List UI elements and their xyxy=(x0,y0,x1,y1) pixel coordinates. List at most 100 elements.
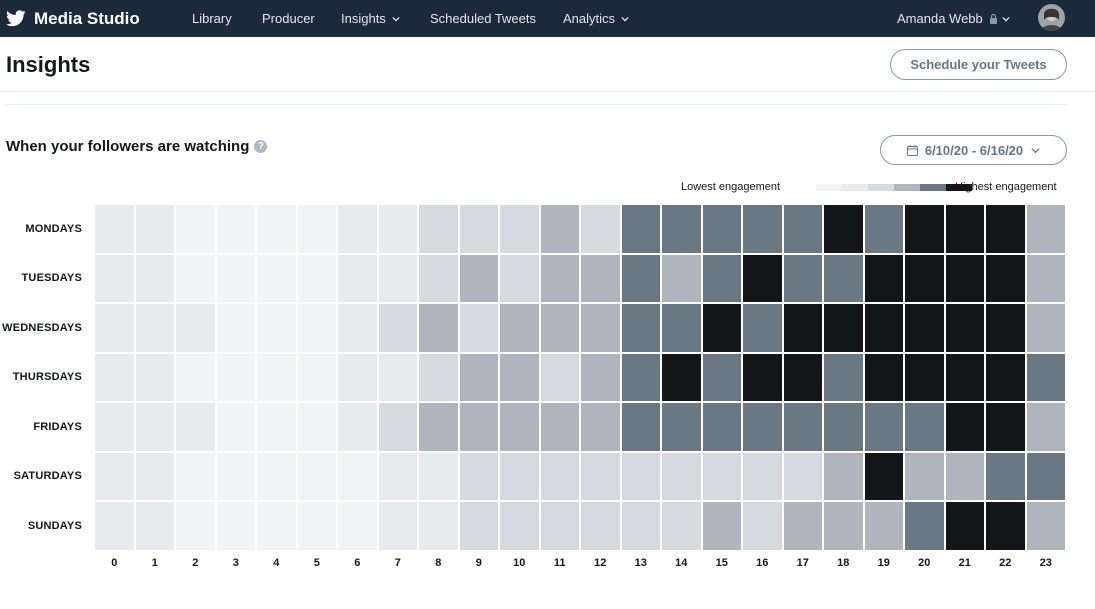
heatmap-cell[interactable] xyxy=(135,205,174,253)
heatmap-cell[interactable] xyxy=(297,353,336,401)
heatmap-cell[interactable] xyxy=(378,403,417,451)
heatmap-cell[interactable] xyxy=(1026,452,1065,500)
heatmap-cell[interactable] xyxy=(95,205,134,253)
heatmap-cell[interactable] xyxy=(95,452,134,500)
heatmap-cell[interactable] xyxy=(905,353,944,401)
heatmap-cell[interactable] xyxy=(581,502,620,550)
heatmap-cell[interactable] xyxy=(500,452,539,500)
heatmap-cell[interactable] xyxy=(986,403,1025,451)
heatmap-cell[interactable] xyxy=(176,353,215,401)
heatmap-cell[interactable] xyxy=(135,254,174,302)
heatmap-cell[interactable] xyxy=(297,254,336,302)
heatmap-cell[interactable] xyxy=(824,254,863,302)
heatmap-cell[interactable] xyxy=(1026,502,1065,550)
heatmap-cell[interactable] xyxy=(216,502,255,550)
heatmap-cell[interactable] xyxy=(905,304,944,352)
heatmap-cell[interactable] xyxy=(540,502,579,550)
heatmap-cell[interactable] xyxy=(702,254,741,302)
heatmap-cell[interactable] xyxy=(257,353,296,401)
heatmap-cell[interactable] xyxy=(257,205,296,253)
date-range-picker[interactable]: 6/10/20 - 6/16/20 xyxy=(880,135,1067,165)
heatmap-cell[interactable] xyxy=(662,254,701,302)
heatmap-cell[interactable] xyxy=(540,353,579,401)
heatmap-cell[interactable] xyxy=(378,353,417,401)
heatmap-cell[interactable] xyxy=(783,353,822,401)
heatmap-cell[interactable] xyxy=(783,205,822,253)
heatmap-cell[interactable] xyxy=(135,403,174,451)
heatmap-cell[interactable] xyxy=(176,254,215,302)
heatmap-cell[interactable] xyxy=(500,254,539,302)
heatmap-cell[interactable] xyxy=(378,254,417,302)
nav-item-producer[interactable]: Producer xyxy=(262,0,315,37)
heatmap-cell[interactable] xyxy=(419,353,458,401)
heatmap-cell[interactable] xyxy=(621,353,660,401)
heatmap-cell[interactable] xyxy=(743,403,782,451)
heatmap-cell[interactable] xyxy=(338,353,377,401)
heatmap-cell[interactable] xyxy=(824,353,863,401)
heatmap-cell[interactable] xyxy=(459,403,498,451)
heatmap-cell[interactable] xyxy=(257,452,296,500)
heatmap-cell[interactable] xyxy=(1026,403,1065,451)
heatmap-cell[interactable] xyxy=(702,502,741,550)
heatmap-cell[interactable] xyxy=(176,205,215,253)
heatmap-cell[interactable] xyxy=(459,254,498,302)
heatmap-cell[interactable] xyxy=(95,353,134,401)
heatmap-cell[interactable] xyxy=(621,502,660,550)
heatmap-cell[interactable] xyxy=(135,353,174,401)
heatmap-cell[interactable] xyxy=(662,353,701,401)
heatmap-cell[interactable] xyxy=(783,452,822,500)
heatmap-cell[interactable] xyxy=(783,304,822,352)
heatmap-cell[interactable] xyxy=(378,205,417,253)
heatmap-cell[interactable] xyxy=(459,502,498,550)
heatmap-cell[interactable] xyxy=(297,205,336,253)
heatmap-cell[interactable] xyxy=(581,205,620,253)
heatmap-cell[interactable] xyxy=(338,304,377,352)
heatmap-cell[interactable] xyxy=(297,452,336,500)
heatmap-cell[interactable] xyxy=(864,403,903,451)
heatmap-cell[interactable] xyxy=(743,452,782,500)
heatmap-cell[interactable] xyxy=(581,452,620,500)
heatmap-cell[interactable] xyxy=(216,452,255,500)
heatmap-cell[interactable] xyxy=(540,254,579,302)
heatmap-cell[interactable] xyxy=(419,452,458,500)
heatmap-cell[interactable] xyxy=(500,353,539,401)
heatmap-cell[interactable] xyxy=(176,403,215,451)
heatmap-cell[interactable] xyxy=(419,502,458,550)
avatar[interactable] xyxy=(1038,4,1065,31)
heatmap-cell[interactable] xyxy=(135,502,174,550)
heatmap-cell[interactable] xyxy=(257,304,296,352)
heatmap-cell[interactable] xyxy=(783,254,822,302)
heatmap-cell[interactable] xyxy=(824,205,863,253)
heatmap-cell[interactable] xyxy=(216,403,255,451)
nav-item-insights[interactable]: Insights xyxy=(341,0,400,37)
user-menu[interactable]: Amanda Webb xyxy=(897,0,1010,37)
heatmap-cell[interactable] xyxy=(905,254,944,302)
heatmap-cell[interactable] xyxy=(945,403,984,451)
heatmap-cell[interactable] xyxy=(702,205,741,253)
heatmap-cell[interactable] xyxy=(95,502,134,550)
heatmap-cell[interactable] xyxy=(1026,205,1065,253)
heatmap-cell[interactable] xyxy=(824,304,863,352)
heatmap-cell[interactable] xyxy=(743,304,782,352)
nav-item-library[interactable]: Library xyxy=(192,0,232,37)
heatmap-cell[interactable] xyxy=(986,304,1025,352)
heatmap-cell[interactable] xyxy=(986,452,1025,500)
heatmap-cell[interactable] xyxy=(338,205,377,253)
heatmap-cell[interactable] xyxy=(540,205,579,253)
heatmap-cell[interactable] xyxy=(338,403,377,451)
schedule-tweets-button[interactable]: Schedule your Tweets xyxy=(890,49,1067,80)
heatmap-cell[interactable] xyxy=(1026,254,1065,302)
heatmap-cell[interactable] xyxy=(621,452,660,500)
nav-item-analytics[interactable]: Analytics xyxy=(563,0,629,37)
heatmap-cell[interactable] xyxy=(864,304,903,352)
heatmap-cell[interactable] xyxy=(945,205,984,253)
heatmap-cell[interactable] xyxy=(905,502,944,550)
heatmap-cell[interactable] xyxy=(216,304,255,352)
heatmap-cell[interactable] xyxy=(743,254,782,302)
heatmap-cell[interactable] xyxy=(216,353,255,401)
heatmap-cell[interactable] xyxy=(743,353,782,401)
nav-item-scheduled-tweets[interactable]: Scheduled Tweets xyxy=(430,0,536,37)
heatmap-cell[interactable] xyxy=(662,304,701,352)
heatmap-cell[interactable] xyxy=(986,205,1025,253)
heatmap-cell[interactable] xyxy=(783,403,822,451)
